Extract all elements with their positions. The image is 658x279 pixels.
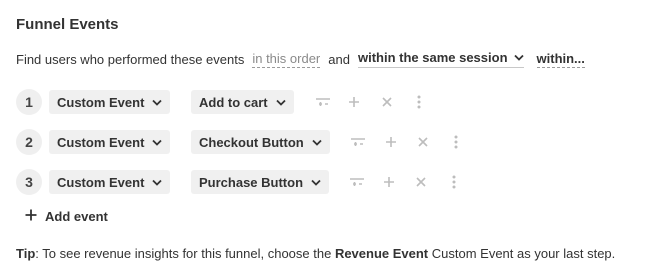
tip-text: Tip: To see revenue insights for this fu…	[16, 246, 615, 261]
tip-highlight: Revenue Event	[334, 246, 429, 261]
tip-text-1: : To see revenue insights for this funne…	[35, 246, 335, 261]
plus-icon[interactable]	[382, 133, 400, 151]
event-type-label: Custom Event	[57, 174, 145, 190]
funnel-step: 2 Custom Event Checkout Button	[16, 129, 476, 155]
plus-icon	[25, 209, 37, 224]
event-name-label: Purchase Button	[199, 174, 304, 190]
chevron-down-icon	[152, 139, 163, 146]
step-number: 1	[16, 89, 42, 115]
event-type-label: Custom Event	[57, 134, 145, 150]
filter-icon[interactable]	[348, 173, 366, 191]
more-vertical-icon[interactable]	[445, 173, 463, 191]
more-vertical-icon[interactable]	[447, 133, 465, 151]
funnel-query: Find users who performed these events in…	[16, 49, 585, 69]
chevron-down-icon	[513, 54, 524, 61]
close-icon[interactable]	[412, 173, 430, 191]
filter-icon[interactable]	[314, 93, 332, 111]
add-event-button[interactable]: Add event	[25, 209, 108, 224]
filter-icon[interactable]	[349, 133, 367, 151]
plus-icon[interactable]	[345, 93, 363, 111]
tip-text-2: Custom Event as your last step.	[428, 246, 616, 261]
event-name-dropdown[interactable]: Add to cart	[191, 90, 294, 114]
session-dropdown[interactable]: within the same session	[357, 50, 524, 68]
event-type-dropdown[interactable]: Custom Event	[49, 130, 171, 154]
event-type-label: Custom Event	[57, 94, 145, 110]
event-name-label: Add to cart	[199, 94, 268, 110]
session-dropdown-label: within the same session	[357, 50, 508, 65]
step-number: 2	[16, 129, 42, 155]
event-name-label: Checkout Button	[199, 134, 304, 150]
event-name-dropdown[interactable]: Checkout Button	[191, 130, 330, 154]
query-prefix: Find users who performed these events	[16, 51, 245, 67]
chevron-down-icon	[275, 99, 286, 106]
chevron-down-icon	[152, 99, 163, 106]
order-selector[interactable]: in this order	[252, 51, 321, 68]
funnel-step: 3 Custom Event Purchase Button	[16, 169, 476, 195]
event-name-dropdown[interactable]: Purchase Button	[191, 170, 330, 194]
within-selector[interactable]: within...	[536, 51, 585, 68]
more-vertical-icon[interactable]	[410, 93, 428, 111]
chevron-down-icon	[312, 139, 322, 146]
chevron-down-icon	[311, 179, 321, 186]
funnel-step: 1 Custom Event Add to cart	[16, 89, 436, 115]
chevron-down-icon	[152, 179, 163, 186]
close-icon[interactable]	[414, 133, 432, 151]
section-title: Funnel Events	[16, 16, 119, 33]
tip-lead: Tip	[16, 246, 36, 261]
event-type-dropdown[interactable]: Custom Event	[49, 170, 171, 194]
add-event-label: Add event	[45, 209, 108, 224]
plus-icon[interactable]	[380, 173, 398, 191]
event-type-dropdown[interactable]: Custom Event	[49, 90, 171, 114]
close-icon[interactable]	[378, 93, 396, 111]
query-and: and	[328, 51, 350, 67]
step-number: 3	[16, 169, 42, 195]
